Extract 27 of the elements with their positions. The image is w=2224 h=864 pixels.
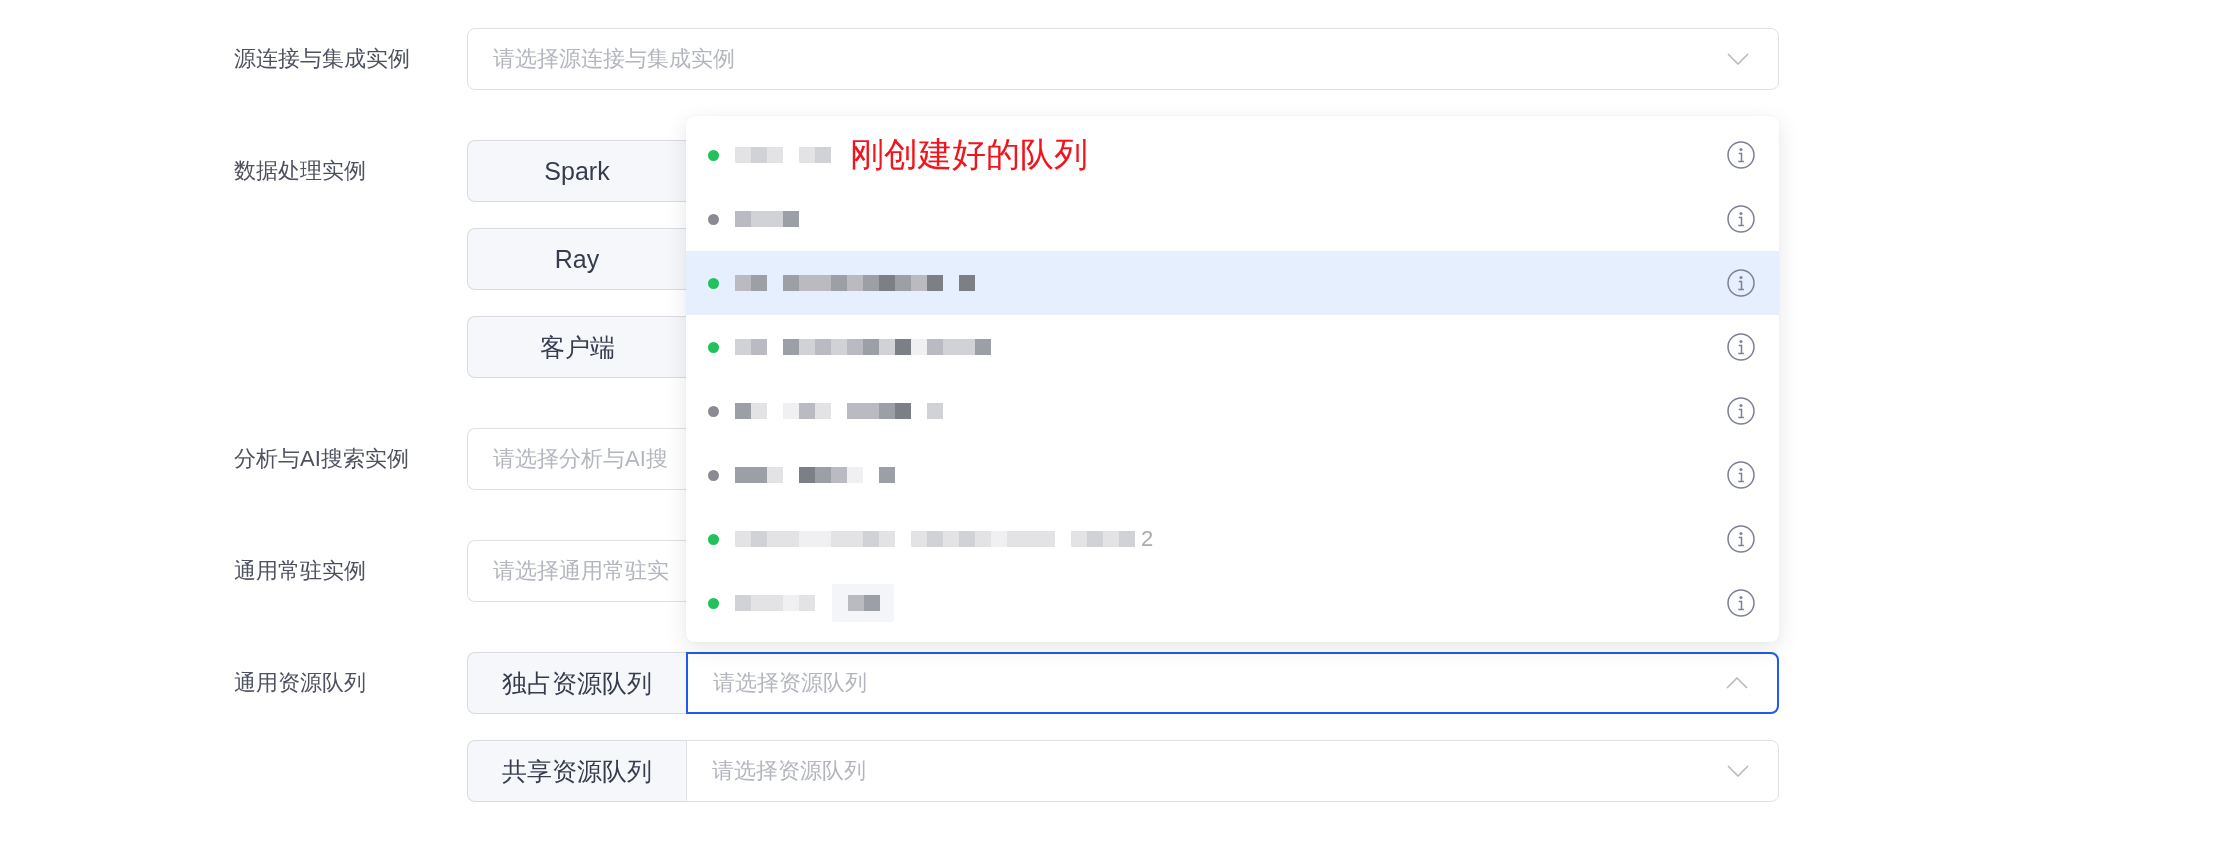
dropdown-option[interactable] — [686, 251, 1779, 315]
chevron-down-icon — [1727, 53, 1749, 65]
pixelated-text-drawing — [848, 595, 880, 611]
addon-button[interactable]: 独占资源队列 — [467, 652, 686, 714]
info-icon[interactable] — [1727, 141, 1755, 169]
addon-button[interactable]: 共享资源队列 — [467, 740, 686, 802]
dropdown-option[interactable]: 2 — [686, 507, 1779, 571]
addon-button[interactable]: Ray — [467, 228, 686, 290]
dropdown-option[interactable]: 刚创建好的队列 — [686, 123, 1779, 187]
info-icon[interactable] — [1727, 333, 1755, 361]
info-icon[interactable] — [1727, 269, 1755, 297]
field-label: 源连接与集成实例 — [234, 45, 410, 73]
chevron-down-icon — [1727, 765, 1749, 777]
field-label: 分析与AI搜索实例 — [234, 445, 409, 473]
chevron-up-icon — [1726, 677, 1748, 689]
info-icon[interactable] — [1727, 205, 1755, 233]
info-icon[interactable] — [1727, 589, 1755, 617]
annotation-text: 刚创建好的队列 — [850, 136, 1088, 174]
info-icon[interactable] — [1727, 461, 1755, 489]
option-name-text: 2 — [1141, 526, 1154, 552]
field-label: 数据处理实例 — [234, 157, 366, 185]
field-label: 通用常驻实例 — [234, 557, 366, 585]
field-label: 通用资源队列 — [234, 669, 366, 697]
addon-button[interactable]: Spark — [467, 140, 686, 202]
info-icon[interactable] — [1727, 525, 1755, 553]
addon-button[interactable]: 客户端 — [467, 316, 686, 378]
info-icon[interactable] — [1727, 397, 1755, 425]
